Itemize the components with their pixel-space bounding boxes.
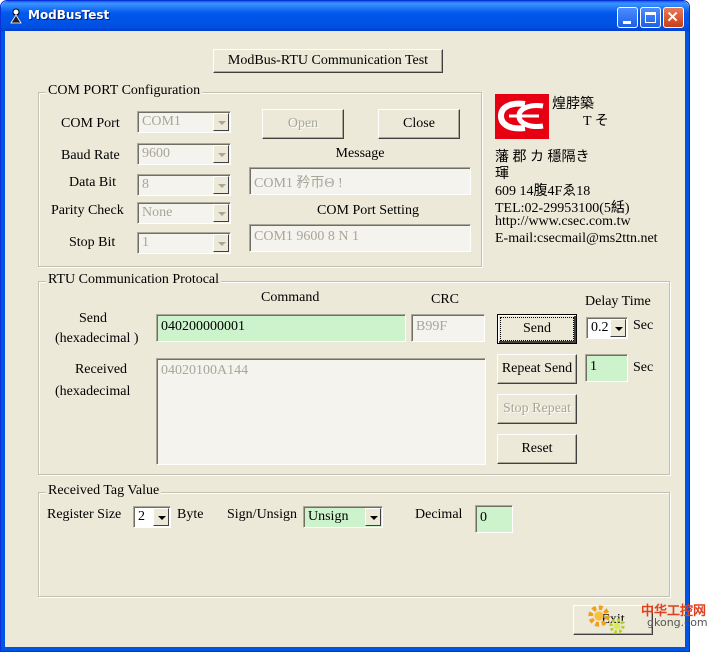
command-label: Command <box>261 290 320 305</box>
chevron-down-icon <box>213 145 229 163</box>
com-port-setting-field[interactable]: COM1 9600 8 N 1 <box>249 224 471 252</box>
delay-time-label: Delay Time <box>585 294 651 309</box>
delay-sec-label: Sec <box>633 318 654 333</box>
repeat-sec-label: Sec <box>633 360 654 375</box>
watermark: 中华工控网 gkong.com <box>585 598 715 638</box>
watermark-url: gkong.com <box>647 616 708 629</box>
open-button[interactable]: Open <box>262 109 344 139</box>
received-label: Received <box>74 362 128 377</box>
window-title: ModBusTest <box>28 8 110 22</box>
com-port-label: COM Port <box>61 116 120 131</box>
received-hex-label: (hexadecimal <box>55 384 131 399</box>
data-bit-label: Data Bit <box>69 175 117 190</box>
send-hex-label: (hexadecimal ) <box>55 331 139 346</box>
data-bit-select[interactable]: 8 <box>137 174 231 196</box>
stop-repeat-button[interactable]: Stop Repeat <box>497 394 577 424</box>
reset-button[interactable]: Reset <box>497 434 577 464</box>
chevron-down-icon <box>213 176 229 194</box>
byte-label: Byte <box>177 507 204 522</box>
repeat-send-button[interactable]: Repeat Send <box>497 354 577 384</box>
register-size-label: Register Size <box>47 507 122 522</box>
com-port-setting-label: COM Port Setting <box>317 203 419 218</box>
baud-rate-select[interactable]: 9600 <box>137 143 231 165</box>
maximize-icon <box>645 12 656 23</box>
register-size-select[interactable]: 2 <box>133 506 171 528</box>
app-icon <box>10 8 22 24</box>
parity-check-select[interactable]: None <box>137 202 231 224</box>
company-logo <box>495 94 549 139</box>
repeat-interval-input[interactable]: 1 <box>585 354 628 382</box>
chevron-down-icon <box>153 508 169 526</box>
received-tag-legend: Received Tag Value <box>46 483 162 499</box>
com-port-legend: COM PORT Configuration <box>46 83 203 99</box>
sign-unsign-label: Sign/Unsign <box>227 507 298 522</box>
chevron-down-icon <box>213 234 229 252</box>
stop-bit-label: Stop Bit <box>69 235 116 250</box>
com-port-select[interactable]: COM1 <box>137 111 231 133</box>
minimize-button[interactable] <box>617 7 638 28</box>
company-line3: 藩 郡 カ 穩隔き <box>495 150 590 165</box>
crc-label: CRC <box>431 292 460 307</box>
decimal-field[interactable]: 0 <box>475 505 513 533</box>
message-label: Message <box>335 146 385 161</box>
send-button[interactable]: Send <box>497 314 577 344</box>
baud-rate-label: Baud Rate <box>61 148 120 163</box>
message-field[interactable]: COM1 矜帀Θ ! <box>249 167 471 195</box>
gear-icon <box>609 618 625 634</box>
close-icon <box>667 11 678 22</box>
parity-check-label: Parity Check <box>51 203 124 218</box>
chevron-down-icon <box>213 113 229 131</box>
chevron-down-icon <box>213 204 229 222</box>
maximize-button[interactable] <box>640 7 661 28</box>
crc-field[interactable]: B99F <box>411 314 485 342</box>
chevron-down-icon <box>610 319 626 337</box>
rtu-protocol-legend: RTU Communication Protocal <box>46 272 222 288</box>
main-window: ModBusTest ModBus-RTU Communication Test… <box>0 0 690 652</box>
delay-time-select[interactable]: 0.2 <box>586 317 628 339</box>
minimize-icon <box>623 21 631 24</box>
close-port-button[interactable]: Close <box>378 109 460 139</box>
company-line2: T そ <box>583 114 609 129</box>
chevron-down-icon <box>365 508 381 526</box>
send-command-input[interactable]: 040200000001 <box>156 314 406 342</box>
header-title-button[interactable]: ModBus-RTU Communication Test <box>213 49 443 73</box>
decimal-label: Decimal <box>415 507 463 522</box>
close-window-button[interactable] <box>663 7 684 28</box>
sign-unsign-select[interactable]: Unsign <box>303 506 383 528</box>
received-output[interactable]: 04020100A144 <box>156 358 486 465</box>
company-website: http://www.csec.com.tw <box>495 214 631 229</box>
company-email: E-mail:csecmail@ms2ttn.net <box>495 231 658 246</box>
stop-bit-select[interactable]: 1 <box>137 232 231 254</box>
send-label: Send <box>79 311 107 326</box>
title-bar[interactable]: ModBusTest <box>1 1 689 31</box>
